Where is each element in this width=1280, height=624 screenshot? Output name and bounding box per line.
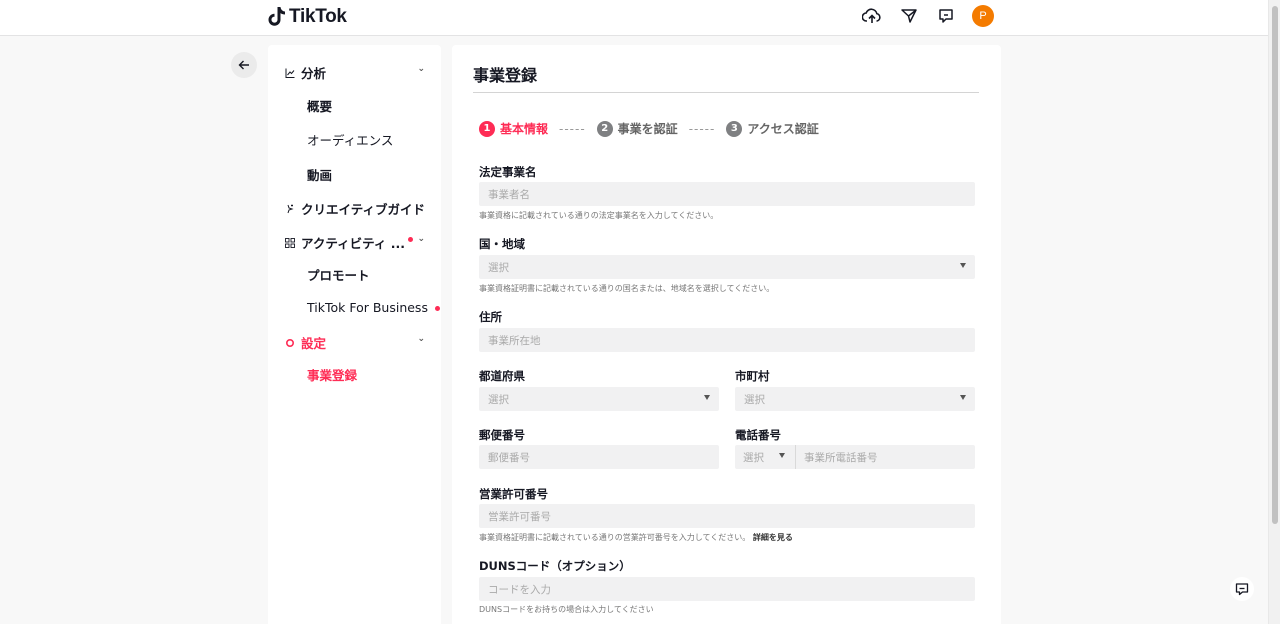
sidebar-item-tiktok-for-business[interactable]: TikTok For Business bbox=[307, 300, 440, 315]
notification-dot bbox=[408, 237, 413, 242]
city-label: 市町村 bbox=[735, 369, 770, 383]
step-number: 3 bbox=[726, 120, 743, 137]
sidebar-item-label: TikTok For Business bbox=[307, 300, 428, 315]
step-3: 3 アクセス認証 bbox=[726, 120, 819, 137]
sidebar-group-settings[interactable]: 設定 ⌄ bbox=[285, 333, 425, 352]
sidebar-item-overview[interactable]: 概要 bbox=[307, 96, 332, 115]
avatar[interactable]: P bbox=[972, 5, 994, 27]
notification-dot bbox=[434, 306, 440, 311]
divider bbox=[473, 92, 979, 93]
chevron-down-icon: ⌄ bbox=[417, 334, 425, 344]
address-input[interactable]: 事業所在地 bbox=[479, 328, 975, 352]
step-number: 1 bbox=[479, 120, 495, 137]
phone-label: 電話番号 bbox=[735, 428, 781, 442]
sidebar-group-label: 分析 bbox=[301, 66, 327, 81]
page-title: 事業登録 bbox=[473, 66, 538, 85]
message-icon[interactable] bbox=[935, 5, 957, 27]
country-hint: 事業資格証明書に記載されている通りの国名または、地域名を選択してください。 bbox=[479, 284, 775, 293]
tiktok-logo[interactable]: TikTok bbox=[268, 6, 347, 28]
caret-down-icon bbox=[960, 263, 966, 268]
step-label: 基本情報 bbox=[500, 122, 549, 136]
step-2: 2 事業を認証 bbox=[596, 120, 678, 137]
caret-down-icon bbox=[960, 395, 966, 400]
phone-input[interactable]: 事業所電話番号 bbox=[804, 445, 878, 469]
chevron-down-icon: ⌄ bbox=[417, 234, 425, 244]
sidebar-group-label: クリエイティブガイド bbox=[301, 202, 426, 217]
sidebar-item-business-registration[interactable]: 事業登録 bbox=[307, 365, 357, 384]
legal-name-hint: 事業資格に記載されている通りの法定事業名を入力してください。 bbox=[479, 211, 719, 220]
logo-text: TikTok bbox=[289, 6, 347, 27]
select-value: 選択 bbox=[744, 393, 765, 406]
tiktok-note-icon bbox=[268, 7, 285, 26]
select-value: 選択 bbox=[488, 261, 509, 274]
main-card: 事業登録 1 基本情報 ----- 2 事業を認証 ----- 3 アクセス認証… bbox=[452, 45, 1001, 624]
license-hint: 事業資格証明書に記載されている通りの営業許可番号を入力してください。 詳細を見る bbox=[479, 532, 793, 543]
details-link[interactable]: 詳細を見る bbox=[753, 533, 793, 542]
gear-icon bbox=[285, 338, 295, 348]
sidebar: 分析 ⌄ 概要 オーディエンス 動画 クリエイティブガイド アクティビティ ..… bbox=[268, 45, 441, 624]
city-select[interactable]: 選択 bbox=[735, 387, 975, 411]
step-label: アクセス認証 bbox=[747, 122, 819, 136]
caret-down-icon bbox=[779, 453, 785, 458]
phone-field: 選択 事業所電話番号 bbox=[735, 445, 975, 469]
step-number: 2 bbox=[596, 120, 613, 137]
grid-icon bbox=[285, 237, 295, 248]
sidebar-item-audience[interactable]: オーディエンス bbox=[307, 130, 393, 149]
step-1: 1 基本情報 bbox=[479, 120, 548, 137]
license-input[interactable]: 営業許可番号 bbox=[479, 504, 975, 528]
chat-icon bbox=[1235, 583, 1249, 596]
back-button[interactable] bbox=[231, 52, 257, 78]
sidebar-group-label: アクティビティ ... bbox=[301, 236, 405, 251]
page-scrollbar[interactable] bbox=[1268, 0, 1280, 624]
chevron-down-icon: ⌄ bbox=[417, 64, 425, 74]
send-icon[interactable] bbox=[898, 5, 920, 27]
chat-button[interactable] bbox=[1230, 577, 1254, 601]
legal-name-input[interactable]: 事業者名 bbox=[479, 182, 975, 206]
sidebar-item-video[interactable]: 動画 bbox=[307, 165, 332, 184]
sidebar-group-label: 設定 bbox=[301, 336, 327, 351]
prefecture-select[interactable]: 選択 bbox=[479, 387, 719, 411]
scrollbar-thumb[interactable] bbox=[1272, 6, 1278, 524]
step-label: 事業を認証 bbox=[617, 122, 678, 136]
prefecture-label: 都道府県 bbox=[479, 369, 525, 383]
country-label: 国・地域 bbox=[479, 237, 525, 251]
sidebar-group-analytics[interactable]: 分析 ⌄ bbox=[285, 63, 425, 82]
step-separator: ----- bbox=[559, 121, 586, 136]
duns-label: DUNSコード（オプション） bbox=[479, 559, 631, 573]
country-select[interactable]: 選択 bbox=[479, 255, 975, 279]
sparkle-icon bbox=[285, 204, 295, 214]
sidebar-group-creative-guide[interactable]: クリエイティブガイド bbox=[285, 199, 425, 218]
select-value: 選択 bbox=[743, 451, 764, 464]
duns-hint: DUNSコードをお持ちの場合は入力してください bbox=[479, 605, 654, 614]
sidebar-item-promote[interactable]: プロモート bbox=[307, 265, 370, 284]
country-code-select[interactable]: 選択 bbox=[735, 445, 796, 469]
step-indicator: 1 基本情報 ----- 2 事業を認証 ----- 3 アクセス認証 bbox=[479, 120, 819, 137]
cloud-upload-icon[interactable] bbox=[861, 5, 883, 27]
legal-name-label: 法定事業名 bbox=[479, 165, 537, 179]
top-bar: TikTok P bbox=[0, 0, 1268, 36]
sidebar-group-activity[interactable]: アクティビティ ... ⌄ bbox=[285, 233, 425, 252]
step-separator: ----- bbox=[688, 121, 716, 136]
arrow-left-icon bbox=[238, 60, 249, 70]
chart-icon bbox=[285, 68, 295, 78]
postal-code-input[interactable]: 郵便番号 bbox=[479, 445, 719, 469]
caret-down-icon bbox=[704, 395, 710, 400]
license-label: 営業許可番号 bbox=[479, 487, 548, 501]
hint-text: 事業資格証明書に記載されている通りの営業許可番号を入力してください。 bbox=[479, 533, 751, 542]
address-label: 住所 bbox=[479, 310, 502, 324]
postal-code-label: 郵便番号 bbox=[479, 428, 525, 442]
duns-input[interactable]: コードを入力 bbox=[479, 577, 975, 601]
select-value: 選択 bbox=[488, 393, 509, 406]
